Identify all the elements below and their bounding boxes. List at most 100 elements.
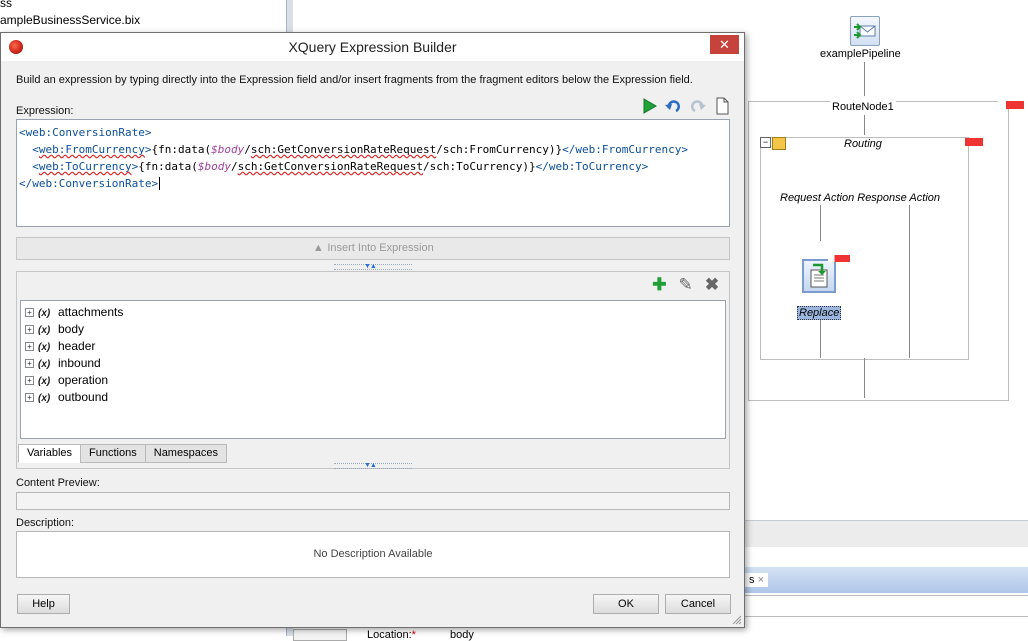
resize-grip-icon[interactable]: [732, 615, 742, 625]
property-tab-strip: s ×: [743, 567, 1028, 593]
actions-header: Request Action Response Action: [780, 192, 940, 204]
variable-item-attachments[interactable]: + (x) attachments: [21, 304, 725, 321]
tab-namespaces[interactable]: Namespaces: [144, 444, 227, 463]
expression-line[interactable]: <web:ConversionRate>: [19, 124, 727, 141]
tab-functions[interactable]: Functions: [80, 444, 146, 463]
new-document-icon[interactable]: [713, 97, 731, 115]
xquery-expression-builder-dialog: XQuery Expression Builder ✕ Build an exp…: [0, 32, 745, 628]
location-value: body: [450, 629, 474, 641]
property-tab[interactable]: s ×: [745, 573, 768, 587]
divider: [909, 205, 910, 358]
variable-item-body[interactable]: + (x) body: [21, 321, 725, 338]
delete-icon[interactable]: ✖: [703, 276, 721, 294]
routing-frame: [760, 137, 969, 360]
expand-icon[interactable]: +: [25, 342, 34, 352]
expression-token: $body: [211, 143, 245, 156]
variable-label: body: [58, 322, 85, 336]
expression-token: web:FromCurrency: [38, 143, 145, 156]
title-bar[interactable]: XQuery Expression Builder ✕: [1, 33, 744, 61]
pipeline-icon[interactable]: [850, 16, 880, 46]
variable-label: outbound: [58, 390, 109, 404]
routing-label: Routing: [844, 138, 882, 150]
fragment-toolbar: ✚ ✎ ✖: [645, 276, 721, 294]
cancel-button[interactable]: Cancel: [665, 594, 731, 614]
redo-icon[interactable]: [689, 97, 707, 115]
connector: [820, 205, 821, 241]
expression-token: /: [244, 143, 251, 156]
content-preview-field: [16, 492, 730, 510]
expression-token: </web:FromCurrency>: [562, 143, 688, 156]
instructions-text: Build an expression by typing directly i…: [16, 74, 693, 86]
expression-token: /sch:ToCurrency)}: [423, 160, 536, 173]
connector: [864, 115, 865, 135]
route-node-label: RouteNode1: [830, 101, 896, 113]
pipeline-label: examplePipeline: [820, 48, 901, 60]
variable-icon: (x): [38, 325, 51, 336]
tree-item[interactable]: ss: [0, 0, 12, 10]
expression-token: web:ToCurrency: [38, 160, 132, 173]
fragment-editor-panel: ✚ ✎ ✖ + (x) attachments + (x) body + (x) header +…: [16, 271, 730, 469]
insert-icon: ▲: [312, 242, 324, 254]
expand-icon[interactable]: +: [25, 325, 34, 335]
expression-token: {fn:data(: [151, 143, 212, 156]
replace-label[interactable]: Replace: [797, 306, 842, 320]
close-button[interactable]: ✕: [710, 35, 739, 54]
dialog-title: XQuery Expression Builder: [288, 39, 457, 55]
connector: [820, 316, 821, 358]
undo-icon[interactable]: [664, 97, 682, 115]
expression-token: {fn:data(: [138, 160, 198, 173]
variable-label: attachments: [58, 305, 124, 319]
variable-icon: (x): [38, 308, 51, 319]
tab-variables[interactable]: Variables: [18, 444, 82, 463]
splitter-handle[interactable]: ▼▲: [334, 462, 412, 469]
variable-label: header: [58, 339, 96, 353]
expression-toolbar: [637, 97, 731, 117]
expand-icon[interactable]: +: [25, 393, 34, 403]
connector: [864, 358, 865, 398]
description-field: No Description Available: [16, 531, 730, 578]
expression-line[interactable]: <web:FromCurrency>{fn:data($body/sch:Get…: [19, 141, 727, 158]
location-label: Location:*: [367, 629, 416, 641]
splitter-handle[interactable]: ▼▲: [334, 263, 412, 270]
expand-icon[interactable]: +: [25, 308, 34, 318]
expression-token: /sch:FromCurrency)}: [436, 143, 563, 156]
variable-icon: (x): [38, 342, 51, 353]
expression-token: <: [32, 160, 39, 173]
error-flag-icon: [998, 101, 1024, 109]
variables-tree: + (x) attachments + (x) body + (x) header + (x) inb…: [20, 300, 726, 439]
expression-line[interactable]: <web:ToCurrency>{fn:data($body/sch:GetCo…: [19, 158, 727, 175]
expand-icon[interactable]: +: [25, 376, 34, 386]
connector: [864, 62, 865, 96]
variable-item-outbound[interactable]: + (x) outbound: [21, 389, 725, 406]
description-label: Description:: [16, 517, 75, 529]
insert-into-expression-button[interactable]: ▲ Insert Into Expression: [16, 237, 730, 260]
variable-label: inbound: [58, 356, 101, 370]
expression-label: Expression:: [16, 105, 74, 117]
text-caret: [159, 177, 167, 190]
variable-item-operation[interactable]: + (x) operation: [21, 372, 725, 389]
add-icon[interactable]: ✚: [650, 276, 668, 294]
expression-line[interactable]: </web:ConversionRate>: [19, 175, 727, 192]
expression-token: sch:GetConversionRateRequest: [250, 143, 437, 156]
variable-icon: (x): [38, 393, 51, 404]
ok-button[interactable]: OK: [593, 594, 659, 614]
expression-editor[interactable]: <web:ConversionRate> <web:FromCurrency>{…: [16, 119, 730, 227]
expression-token: </web:ConversionRate>: [19, 177, 159, 190]
expand-icon[interactable]: +: [25, 359, 34, 369]
variable-item-inbound[interactable]: + (x) inbound: [21, 355, 725, 372]
expression-token: $body: [197, 160, 231, 173]
variable-item-header[interactable]: + (x) header: [21, 338, 725, 355]
expression-token: <web:ConversionRate>: [19, 126, 152, 139]
collapse-icon[interactable]: −: [760, 137, 771, 148]
edit-icon[interactable]: ✎: [677, 276, 695, 294]
expression-token: /: [230, 160, 238, 173]
expression-token: <: [32, 143, 39, 156]
help-button[interactable]: Help: [17, 594, 70, 614]
error-flag-icon: [957, 138, 983, 146]
routing-icon: [772, 137, 786, 150]
bottom-field[interactable]: [293, 629, 347, 641]
tree-item[interactable]: ampleBusinessService.bix: [0, 13, 140, 27]
run-icon[interactable]: [640, 97, 658, 115]
variable-icon: (x): [38, 359, 51, 370]
replace-action-icon[interactable]: [802, 259, 836, 293]
